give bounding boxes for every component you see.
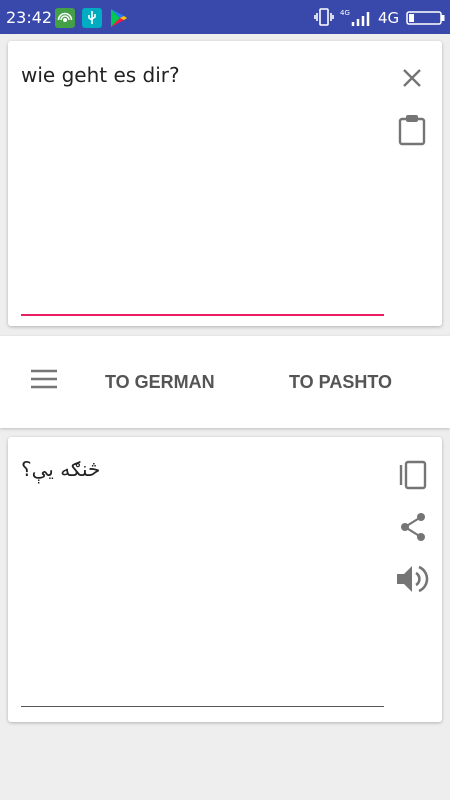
battery-icon [406, 11, 446, 30]
language-bar: TO GERMAN TO PASHTO [0, 336, 450, 428]
copy-icon[interactable] [398, 459, 428, 496]
menu-icon[interactable] [30, 369, 58, 394]
signal-icon: 4G [340, 8, 372, 33]
output-card: څنګه يې؟ [8, 437, 442, 722]
usb-icon [82, 8, 102, 33]
to-german-button[interactable]: TO GERMAN [105, 372, 215, 393]
vibrate-icon [314, 8, 334, 31]
share-icon[interactable] [399, 512, 427, 547]
status-bar: 23:42 4G 4G [0, 0, 450, 34]
to-pashto-button[interactable]: TO PASHTO [289, 372, 392, 393]
status-time: 23:42 [6, 8, 53, 27]
network-type: 4G [378, 9, 400, 27]
volume-icon[interactable] [394, 561, 430, 602]
close-icon[interactable] [400, 66, 424, 95]
translated-text: څنګه يې؟ [21, 457, 101, 481]
output-underline [21, 706, 384, 707]
input-card: wie geht es dir? [8, 41, 442, 326]
clipboard-icon[interactable] [398, 114, 426, 151]
source-text-input[interactable]: wie geht es dir? [21, 63, 180, 87]
svg-text:4G: 4G [340, 9, 350, 17]
input-underline [21, 314, 384, 316]
play-store-icon [110, 8, 128, 33]
hotspot-icon [55, 8, 75, 33]
